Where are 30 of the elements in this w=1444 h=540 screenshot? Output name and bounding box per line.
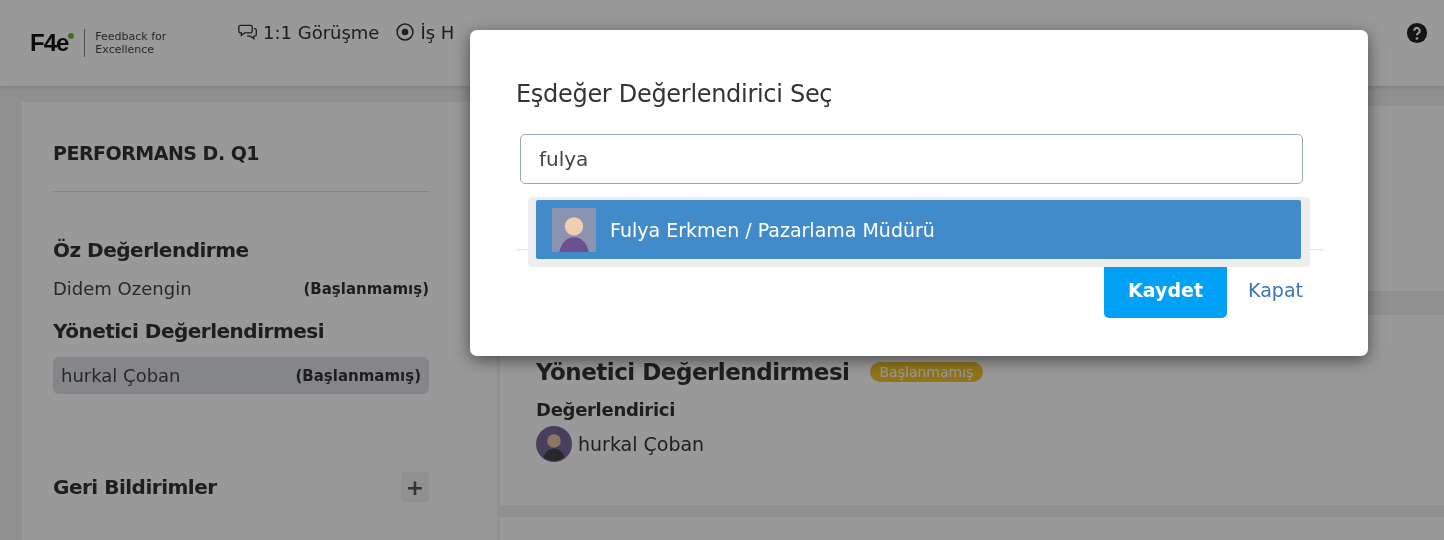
- target-icon: [395, 22, 416, 42]
- evaluator-name: hurkal Çoban: [578, 433, 705, 455]
- help-icon: [1406, 22, 1428, 44]
- section-heading: Öz Değerlendirme: [53, 238, 250, 262]
- logo-tagline: Feedback for Excellence: [95, 30, 168, 56]
- suggestion-label: Fulya Erkmen / Pazarlama Müdürü: [610, 218, 935, 241]
- card-title: Yönetici Değerlendirmesi: [536, 359, 850, 385]
- evaluator-name: hurkal Çoban: [61, 365, 181, 386]
- add-button[interactable]: +: [401, 472, 429, 502]
- nav-link[interactable]: İş H: [395, 21, 455, 43]
- chat-icon: [238, 22, 258, 42]
- evaluation-item[interactable]: hurkal Çoban (Başlanmamış): [53, 357, 429, 394]
- nav-link[interactable]: 1:1 Görüşme: [238, 21, 380, 43]
- evaluator-name: Didem Ozengin: [53, 278, 192, 299]
- logo-mark: F4e: [30, 29, 69, 57]
- field-label: Değerlendirici: [536, 399, 677, 420]
- status-text: (Başlanmamış): [303, 279, 429, 298]
- status-text: (Başlanmamış): [295, 366, 421, 385]
- search-field[interactable]: fulya: [520, 134, 1303, 184]
- status-badge: Başlanmamış: [869, 362, 984, 382]
- sidebar-title: PERFORMANS D. Q1: [53, 142, 261, 164]
- suggestion-item[interactable]: Fulya Erkmen / Pazarlama Müdürü: [536, 200, 1301, 259]
- avatar-icon: [552, 207, 596, 252]
- close-link[interactable]: Kapat: [1248, 279, 1303, 301]
- section-heading: Geri Bildirimler: [53, 475, 217, 499]
- avatar-icon: [536, 426, 572, 462]
- section-heading: Yönetici Değerlendirmesi: [53, 319, 326, 343]
- evaluation-item[interactable]: Didem Ozengin (Başlanmamış): [53, 270, 429, 307]
- logo-dot-icon: [68, 33, 75, 39]
- dialog-title: Eşdeğer Değerlendirici Seç: [516, 80, 834, 108]
